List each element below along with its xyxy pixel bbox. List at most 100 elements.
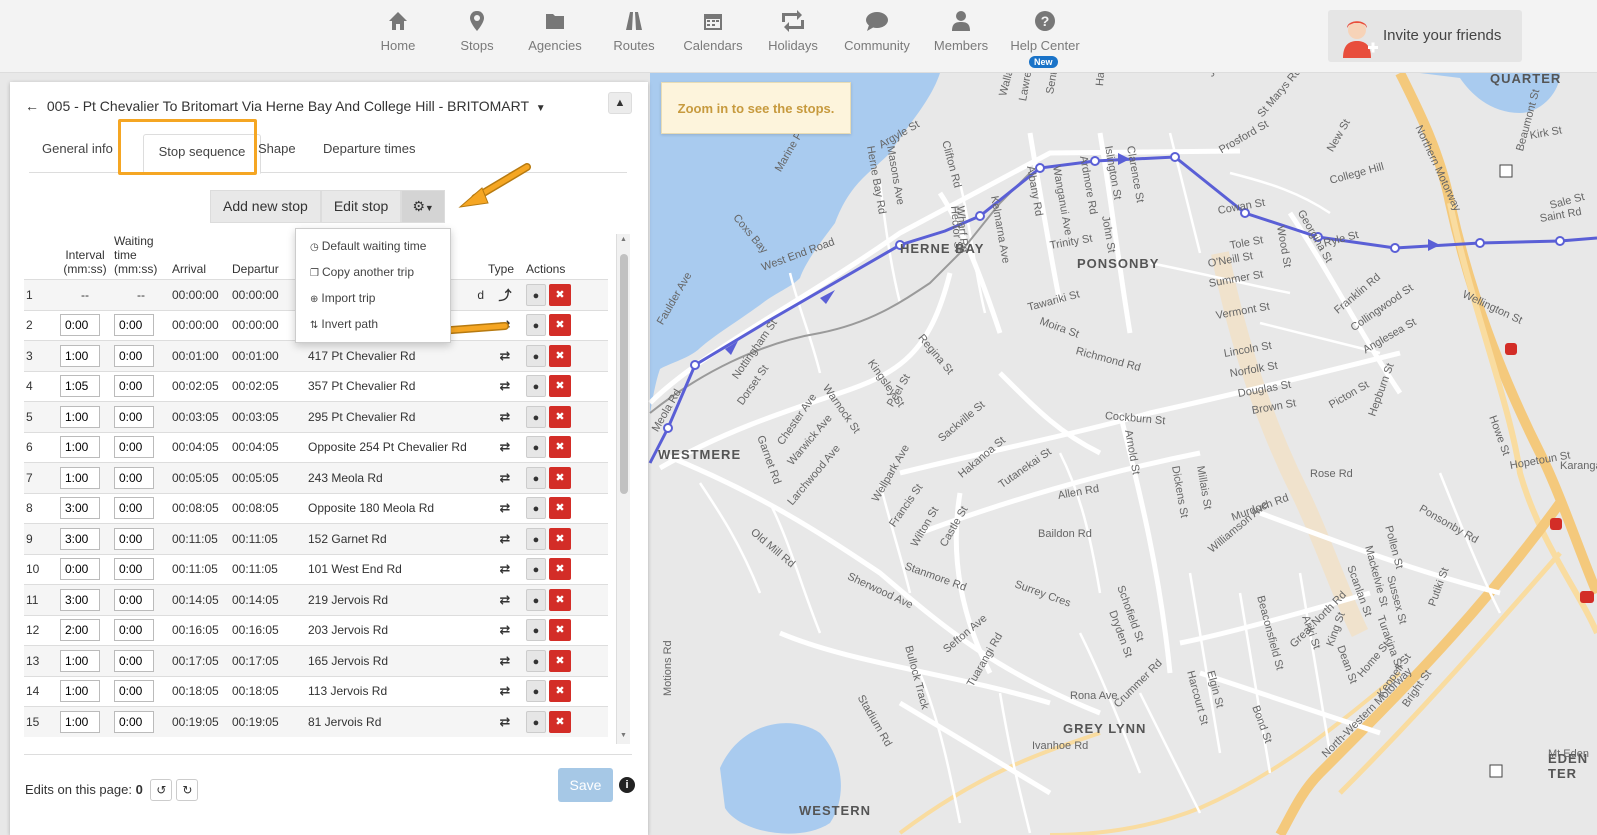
type-cell[interactable]: ⇄	[486, 553, 524, 585]
delete-trash-icon[interactable]: ✖	[549, 436, 571, 459]
interval-cell[interactable]	[58, 370, 112, 402]
nav-home[interactable]: Home	[358, 10, 438, 53]
locate-pin-icon[interactable]: ●	[526, 619, 546, 642]
tab-departure-times[interactable]: Departure times	[323, 141, 415, 156]
waiting-input[interactable]	[114, 680, 154, 703]
interval-input[interactable]	[60, 588, 100, 611]
type-cell[interactable]: ⇄	[486, 645, 524, 676]
table-row[interactable]: 800:08:0500:08:05Opposite 180 Meola Rd⇄●…	[24, 492, 608, 524]
type-cell[interactable]: ⇄	[486, 462, 524, 493]
pickup-dropoff-icon[interactable]: ⇄	[500, 653, 511, 668]
tab-general-info[interactable]: General info	[42, 141, 113, 156]
type-cell[interactable]: ⇄	[486, 431, 524, 463]
type-cell[interactable]: ⇄	[486, 309, 524, 341]
interval-cell[interactable]	[58, 645, 112, 676]
type-cell[interactable]: ⇄	[486, 340, 524, 371]
type-cell[interactable]: ⇄	[486, 584, 524, 615]
nav-members[interactable]: Members	[921, 10, 1001, 53]
delete-trash-icon[interactable]: ✖	[549, 649, 571, 672]
pickup-dropoff-icon[interactable]: ⇄	[500, 348, 511, 363]
table-row[interactable]: 1400:18:0500:18:05113 Jervois Rd⇄●✖	[24, 675, 608, 707]
waiting-cell[interactable]	[112, 523, 170, 554]
interval-cell[interactable]	[58, 614, 112, 646]
pickup-dropoff-icon[interactable]: ⇄	[500, 378, 511, 393]
waiting-cell[interactable]	[112, 462, 170, 493]
menu-copy-another-trip[interactable]: ❐ Copy another trip	[296, 259, 450, 285]
back-arrow-icon[interactable]: ←	[25, 98, 39, 114]
locate-pin-icon[interactable]: ●	[526, 497, 546, 520]
table-row[interactable]: 1100:14:0500:14:05219 Jervois Rd⇄●✖	[24, 584, 608, 615]
interval-input[interactable]	[60, 680, 100, 703]
waiting-cell[interactable]	[112, 553, 170, 585]
waiting-input[interactable]	[114, 588, 154, 611]
waiting-cell[interactable]	[112, 431, 170, 463]
delete-trash-icon[interactable]: ✖	[549, 619, 571, 642]
delete-trash-icon[interactable]: ✖	[549, 680, 571, 703]
scroll-up-arrow-icon[interactable]: ▲	[620, 236, 627, 243]
table-row[interactable]: 600:04:0500:04:05Opposite 254 Pt Chevali…	[24, 431, 608, 463]
scroll-down-arrow-icon[interactable]: ▼	[620, 732, 627, 739]
table-row[interactable]: 900:11:0500:11:05152 Garnet Rd⇄●✖	[24, 523, 608, 554]
delete-trash-icon[interactable]: ✖	[549, 527, 571, 550]
interval-input[interactable]	[60, 466, 100, 489]
table-row[interactable]: 1300:17:0500:17:05165 Jervois Rd⇄●✖	[24, 645, 608, 676]
interval-cell[interactable]	[58, 401, 112, 432]
locate-pin-icon[interactable]: ●	[526, 436, 546, 459]
table-row[interactable]: 500:03:0500:03:05295 Pt Chevalier Rd⇄●✖	[24, 401, 608, 432]
type-cell[interactable]: ⇄	[486, 401, 524, 432]
waiting-input[interactable]	[114, 649, 154, 672]
menu-import-trip[interactable]: ⊕ Import trip	[296, 285, 450, 311]
interval-input[interactable]	[60, 649, 100, 672]
waiting-cell[interactable]	[112, 401, 170, 432]
interval-cell[interactable]	[58, 492, 112, 524]
locate-pin-icon[interactable]: ●	[526, 680, 546, 703]
interval-cell[interactable]	[58, 431, 112, 463]
locate-pin-icon[interactable]: ●	[526, 588, 546, 611]
waiting-cell[interactable]	[112, 340, 170, 371]
scroll-thumb[interactable]	[620, 254, 628, 494]
nav-stops[interactable]: Stops	[437, 10, 517, 53]
waiting-input[interactable]	[114, 344, 154, 367]
waiting-input[interactable]	[114, 436, 154, 459]
undo-icon[interactable]: ↺	[150, 779, 173, 801]
pickup-dropoff-icon[interactable]: ⇄	[500, 500, 511, 515]
waiting-cell[interactable]	[112, 614, 170, 646]
delete-trash-icon[interactable]: ✖	[549, 344, 571, 367]
table-row[interactable]: 400:02:0500:02:05357 Pt Chevalier Rd⇄●✖	[24, 370, 608, 402]
interval-input[interactable]	[60, 619, 100, 642]
save-button[interactable]: Save	[558, 768, 613, 802]
pickup-dropoff-icon[interactable]: ⇄	[500, 714, 511, 729]
interval-input[interactable]	[60, 558, 100, 581]
type-cell[interactable]: ⇄	[486, 706, 524, 737]
pickup-dropoff-icon[interactable]: ⇄	[500, 409, 511, 424]
waiting-cell[interactable]	[112, 584, 170, 615]
locate-pin-icon[interactable]: ●	[526, 283, 546, 306]
menu-invert-path[interactable]: ⇅ Invert path	[296, 311, 450, 337]
table-row[interactable]: 1200:16:0500:16:05203 Jervois Rd⇄●✖	[24, 614, 608, 646]
nav-calendars[interactable]: Calendars	[673, 10, 753, 53]
locate-pin-icon[interactable]: ●	[526, 558, 546, 581]
menu-default-waiting-time[interactable]: ◷ Default waiting time	[296, 233, 450, 259]
delete-trash-icon[interactable]: ✖	[549, 711, 571, 733]
delete-trash-icon[interactable]: ✖	[549, 588, 571, 611]
redo-icon[interactable]: ↻	[176, 779, 199, 801]
tab-shape[interactable]: Shape	[258, 141, 296, 156]
waiting-input[interactable]	[114, 497, 154, 520]
locate-pin-icon[interactable]: ●	[526, 314, 546, 337]
locate-pin-icon[interactable]: ●	[526, 344, 546, 367]
waiting-input[interactable]	[114, 405, 154, 428]
edit-stop-button[interactable]: Edit stop	[320, 190, 402, 223]
pickup-dropoff-icon[interactable]: ⇄	[500, 439, 511, 454]
waiting-input[interactable]	[114, 558, 154, 581]
table-row[interactable]: 300:01:0000:01:00417 Pt Chevalier Rd⇄●✖	[24, 340, 608, 371]
invite-friends-button[interactable]: Invite your friends	[1328, 10, 1522, 62]
interval-input[interactable]	[60, 497, 100, 520]
waiting-input[interactable]	[114, 711, 154, 733]
table-row[interactable]: 1500:19:0500:19:0581 Jervois Rd⇄●✖	[24, 706, 608, 737]
interval-input[interactable]	[60, 314, 100, 337]
nav-agencies[interactable]: Agencies	[515, 10, 595, 53]
delete-trash-icon[interactable]: ✖	[549, 466, 571, 489]
interval-input[interactable]	[60, 711, 100, 733]
nav-holidays[interactable]: Holidays	[753, 10, 833, 53]
interval-input[interactable]	[60, 436, 100, 459]
